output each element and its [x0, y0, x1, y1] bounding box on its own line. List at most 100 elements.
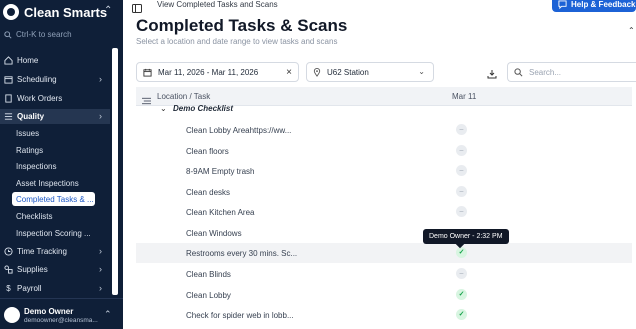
chevron-right-icon: › — [99, 283, 102, 293]
calendar-icon — [143, 68, 152, 77]
location-value: U62 Station — [327, 67, 369, 77]
task-name: Restrooms every 30 mins. Sc... — [186, 249, 298, 258]
user-email: demoowner@cleansma... — [24, 317, 98, 324]
sidebar-subitem-completed-tasks[interactable]: Completed Tasks & ... — [12, 192, 95, 206]
list-icon — [4, 112, 13, 121]
task-name: Check for spider web in lobb... — [186, 311, 294, 320]
task-name: 8-9AM Empty trash — [186, 167, 255, 176]
table-row[interactable]: Clean Blinds – — [136, 264, 632, 284]
brand[interactable]: Clean Smarts ⌃ — [3, 3, 112, 21]
task-name: Clean Blinds — [186, 270, 231, 279]
chevron-down-icon: ⌄ — [418, 67, 425, 76]
sidebar-search[interactable]: Ctrl-K to search — [4, 30, 72, 39]
table-row[interactable]: Clean Lobby ✓ — [136, 285, 632, 305]
check-icon[interactable]: ✓ — [456, 247, 467, 258]
sidebar-item-label: Work Orders — [17, 94, 63, 103]
chevron-down-icon[interactable]: ⌄ — [160, 104, 167, 113]
logo-icon — [3, 4, 19, 20]
sidebar-item-work-orders[interactable]: Work Orders — [0, 91, 110, 106]
help-feedback-label: Help & Feedback — [571, 0, 636, 9]
download-icon[interactable] — [487, 66, 497, 84]
avatar — [4, 307, 20, 323]
chevron-right-icon: › — [99, 74, 102, 84]
user-switch-chevron-icon[interactable]: ⌃ — [104, 309, 112, 320]
pending-status-icon[interactable]: – — [456, 268, 467, 279]
clear-icon[interactable]: × — [286, 67, 292, 78]
chevron-up-icon[interactable]: ⌃ — [628, 26, 635, 35]
pending-status-icon[interactable]: – — [456, 206, 467, 217]
table-row[interactable]: Clean Windows — [136, 223, 632, 243]
location-select[interactable]: U62 Station ⌄ — [306, 62, 434, 82]
pending-status-icon[interactable]: – — [456, 165, 467, 176]
column-header-date: Mar 11 — [452, 92, 477, 101]
sidebar-scrollbar[interactable] — [112, 48, 118, 295]
breadcrumb: View Completed Tasks and Scans — [157, 0, 278, 9]
pending-status-icon[interactable]: – — [456, 124, 467, 135]
sidebar-item-label: Payroll — [17, 284, 42, 293]
table-row[interactable]: 8-9AM Empty trash – — [136, 161, 632, 181]
map-pin-icon — [313, 67, 321, 77]
task-name: Clean desks — [186, 188, 231, 197]
clipboard-icon — [4, 94, 13, 103]
sidebar-item-label: Scheduling — [17, 75, 57, 84]
user-name: Demo Owner — [24, 307, 74, 316]
date-range-picker[interactable]: Mar 11, 2026 - Mar 11, 2026 × — [136, 62, 299, 82]
sidebar-item-home[interactable]: Home — [0, 53, 110, 68]
sidebar-item-label: Quality — [17, 112, 45, 121]
table-row[interactable]: Clean floors – — [136, 141, 632, 161]
table-row[interactable]: Clean Kitchen Area – — [136, 202, 632, 222]
chat-icon — [558, 0, 567, 9]
pending-status-icon[interactable]: – — [456, 145, 467, 156]
sidebar-item-supplies[interactable]: Supplies › — [0, 262, 110, 277]
sidebar-subitem-ratings[interactable]: Ratings — [16, 143, 108, 157]
user-menu[interactable]: Demo Owner demoowner@cleansma... ⌃ — [0, 298, 123, 329]
sidebar-subitem-inspections[interactable]: Inspections — [16, 159, 108, 173]
sidebar-subitem-inspection-scoring[interactable]: Inspection Scoring ... — [16, 226, 108, 240]
group-name: Demo Checklist — [173, 104, 234, 113]
help-feedback-button[interactable]: Help & Feedback — [552, 0, 636, 12]
sidebar-subitem-issues[interactable]: Issues — [16, 126, 108, 140]
supplies-icon — [4, 265, 13, 274]
page-subtitle: Select a location and date range to view… — [136, 37, 338, 46]
task-name: Clean Lobby — [186, 291, 231, 300]
chevron-right-icon: › — [99, 264, 102, 274]
group-row[interactable]: ⌄ Demo Checklist — [136, 104, 632, 115]
search-icon — [4, 30, 12, 39]
calendar-icon — [4, 75, 13, 84]
search-icon — [514, 67, 523, 76]
chevron-right-icon: › — [99, 246, 102, 256]
switcher-chevron-icon[interactable]: ⌃ — [104, 5, 112, 16]
check-icon[interactable]: ✓ — [456, 289, 467, 300]
app-window: Clean Smarts ⌃ Ctrl-K to search Home Sch… — [0, 0, 636, 329]
table-row[interactable]: Clean Lobby Areahttps://ww... – — [136, 120, 632, 140]
sidebar-item-label: Time Tracking — [17, 247, 67, 256]
sidebar-item-quality[interactable]: Quality › — [0, 109, 110, 124]
task-name: Clean Windows — [186, 229, 242, 238]
search-placeholder: Search... — [529, 67, 562, 77]
clock-icon — [4, 247, 13, 256]
sidebar-item-label: Supplies — [17, 265, 48, 274]
completion-tooltip: Demo Owner - 2:32 PM — [423, 229, 509, 244]
table-row[interactable]: Restrooms every 30 mins. Sc... ✓ — [136, 243, 632, 263]
date-range-value: Mar 11, 2026 - Mar 11, 2026 — [158, 67, 259, 77]
task-name: Clean floors — [186, 147, 229, 156]
table-row[interactable]: Clean desks – — [136, 182, 632, 202]
search-input[interactable]: Search... — [507, 62, 636, 82]
dollar-icon: $ — [6, 284, 11, 293]
column-header-location: Location / Task — [157, 92, 211, 101]
main-content: View Completed Tasks and Scans Help & Fe… — [123, 0, 636, 329]
page-title: Completed Tasks & Scans — [136, 16, 348, 35]
table-row[interactable]: Check for spider web in lobb... ✓ — [136, 305, 632, 325]
sidebar-item-payroll[interactable]: $ Payroll › — [0, 281, 110, 296]
sidebar: Clean Smarts ⌃ Ctrl-K to search Home Sch… — [0, 0, 123, 329]
sidebar-search-placeholder: Ctrl-K to search — [16, 30, 72, 39]
task-name: Clean Kitchen Area — [186, 208, 255, 217]
sidebar-item-scheduling[interactable]: Scheduling › — [0, 72, 110, 87]
sidebar-subitem-checklists[interactable]: Checklists — [16, 209, 108, 223]
sidebar-item-time-tracking[interactable]: Time Tracking › — [0, 244, 110, 259]
chevron-down-icon: › — [99, 111, 102, 121]
pending-status-icon[interactable]: – — [456, 186, 467, 197]
brand-name: Clean Smarts — [24, 4, 108, 20]
check-icon[interactable]: ✓ — [456, 309, 467, 320]
sidebar-subitem-asset-inspections[interactable]: Asset Inspections — [16, 176, 108, 190]
